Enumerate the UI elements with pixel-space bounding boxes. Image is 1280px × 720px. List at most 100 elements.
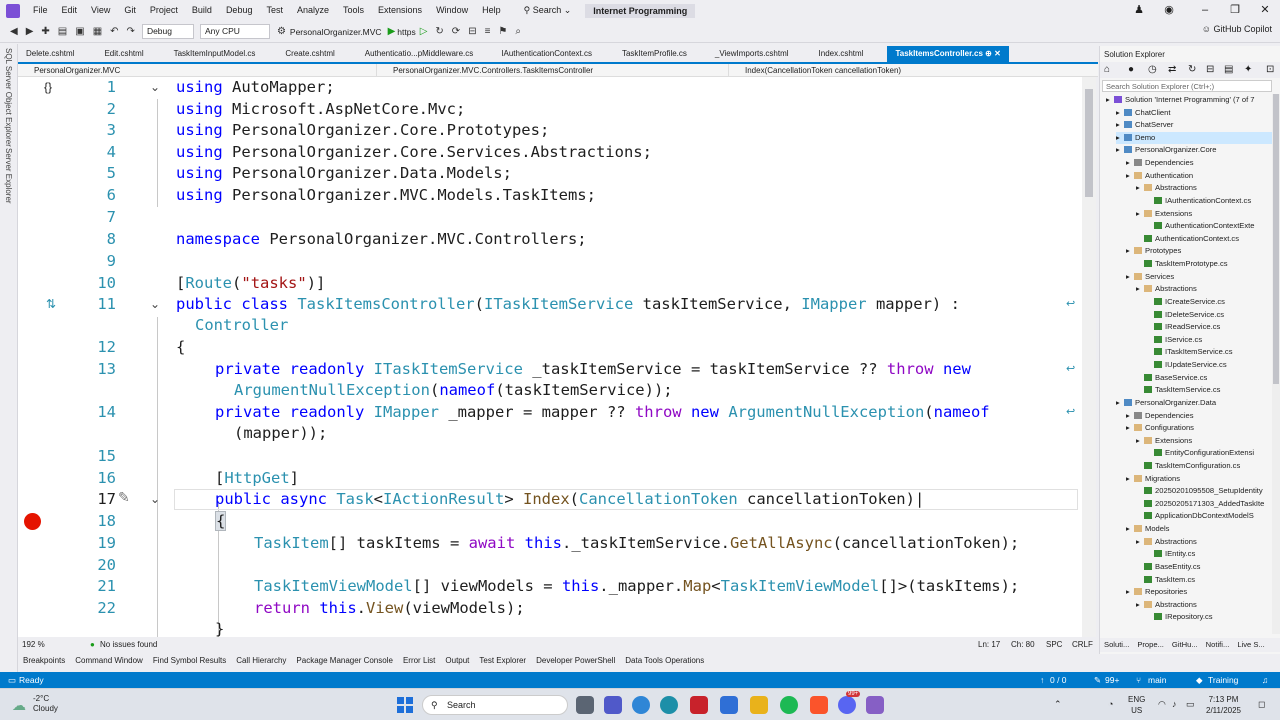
menu-tools[interactable]: Tools [336, 0, 371, 21]
network-icon[interactable]: ◔ [1108, 699, 1113, 710]
edge-icon[interactable] [632, 696, 650, 714]
notification-icon[interactable]: ◻ [1258, 699, 1265, 710]
platform-select[interactable]: Any CPU [199, 24, 270, 39]
tray-overflow-icon[interactable]: ⌃ [1054, 699, 1062, 710]
pending-changes-icon[interactable]: ◷ [1148, 64, 1157, 75]
tree-item[interactable]: ▸ Dependencies [1126, 410, 1276, 423]
task-view-icon[interactable] [576, 696, 594, 714]
expand-chevron-icon[interactable]: ▸ [1126, 410, 1134, 423]
spotify-icon[interactable] [780, 696, 798, 714]
server-explorer-tab[interactable]: Server Explorer [4, 148, 13, 204]
collapse-all-icon[interactable]: ⊟ [1206, 64, 1214, 75]
tab-data-tools-operations[interactable]: Data Tools Operations [620, 654, 709, 668]
tree-item[interactable]: EntityConfigurationExtensi [1146, 447, 1276, 460]
expand-chevron-icon[interactable]: ▸ [1126, 473, 1134, 486]
hot-reload-icon[interactable]: ↻ [431, 26, 447, 37]
tab-solution-explorer[interactable]: Soluti... [1100, 638, 1133, 652]
menu-project[interactable]: Project [143, 0, 185, 21]
preview-icon[interactable]: ⊡ [1266, 64, 1274, 75]
tree-item[interactable]: BaseEntity.cs [1136, 561, 1276, 574]
comment-icon[interactable]: ≡ [481, 26, 495, 37]
branch-name[interactable]: main [1148, 672, 1166, 688]
bookmark-icon[interactable]: ⚑ [494, 26, 511, 37]
tab-package-manager-console[interactable]: Package Manager Console [291, 654, 398, 668]
expand-chevron-icon[interactable]: ▸ [1126, 245, 1134, 258]
menu-build[interactable]: Build [185, 0, 219, 21]
tree-item[interactable]: IAuthenticationContext.cs [1146, 195, 1276, 208]
tree-item[interactable]: IDeleteService.cs [1146, 309, 1276, 322]
menu-window[interactable]: Window [429, 0, 475, 21]
weather-widget[interactable]: -2°C Cloudy [33, 694, 58, 714]
sync-icon[interactable]: ⇄ [1168, 64, 1176, 75]
tree-item[interactable]: ▸ PersonalOrganizer.Data [1116, 397, 1276, 410]
menu-extensions[interactable]: Extensions [371, 0, 429, 21]
expand-chevron-icon[interactable]: ▸ [1106, 94, 1114, 107]
expand-chevron-icon[interactable]: ▸ [1126, 586, 1134, 599]
menu-debug[interactable]: Debug [219, 0, 260, 21]
browser-link-icon[interactable]: ⟳ [448, 26, 464, 37]
tree-item[interactable]: ▸ Prototypes [1126, 245, 1276, 258]
zoom-level[interactable]: 192 % [22, 638, 45, 652]
undo-icon[interactable]: ↶ [106, 26, 122, 37]
save-icon[interactable]: ▣ [71, 26, 88, 37]
scrollbar-thumb[interactable] [1273, 94, 1279, 384]
tab-properties[interactable]: Prope... [1133, 638, 1168, 652]
notifications-bell-icon[interactable]: ♫ [1262, 672, 1268, 688]
account-avatar[interactable]: ◉ [1154, 0, 1184, 21]
column-indicator[interactable]: Ch: 80 [1011, 638, 1035, 652]
show-all-files-icon[interactable]: ▤ [1224, 64, 1233, 75]
tab-authentication-middleware[interactable]: Authenticatio...pMiddleware.cs [343, 46, 482, 62]
close-window-button[interactable]: ✕ [1250, 0, 1280, 21]
run-profile-button[interactable]: https [397, 27, 415, 37]
tree-item[interactable]: ▸ Migrations [1126, 473, 1276, 486]
volume-icon[interactable]: ♪ [1172, 699, 1177, 710]
tab-iauthenticationcontext[interactable]: IAuthenticationContext.cs [481, 46, 600, 62]
tab-edit-cshtml[interactable]: Edit.cshtml [82, 46, 151, 62]
tree-item[interactable]: ▸ Extensions [1136, 208, 1276, 221]
menu-help[interactable]: Help [475, 0, 508, 21]
sql-server-object-explorer-tab[interactable]: SQL Server Object Explorer [4, 48, 13, 147]
editor-vertical-scrollbar[interactable] [1082, 77, 1096, 637]
tree-item[interactable]: 20250205171303_AddedTaskIte [1136, 498, 1276, 511]
vpn-icon[interactable] [660, 696, 678, 714]
configuration-select[interactable]: Debug [141, 24, 194, 39]
tree-item[interactable]: ▸ Repositories [1126, 586, 1276, 599]
home-icon[interactable]: ⌂ [1104, 64, 1110, 75]
menu-edit[interactable]: Edit [55, 0, 85, 21]
tab-notifications[interactable]: Notifi... [1202, 638, 1234, 652]
switch-views-icon[interactable]: ● [1128, 64, 1134, 75]
tree-item[interactable]: ▸ Abstractions [1136, 536, 1276, 549]
expand-chevron-icon[interactable]: ▸ [1126, 271, 1134, 284]
expand-chevron-icon[interactable]: ▸ [1116, 107, 1124, 120]
member-dropdown[interactable]: Index(CancellationToken cancellationToke… [728, 64, 1078, 77]
tab-find-symbol-results[interactable]: Find Symbol Results [148, 654, 231, 668]
tree-item[interactable]: ICreateService.cs [1146, 296, 1276, 309]
tab-live-share[interactable]: Live S... [1233, 638, 1268, 652]
tab-command-window[interactable]: Command Window [70, 654, 148, 668]
solution-search-input[interactable]: Search Solution Explorer (Ctrl+;) [1102, 80, 1272, 92]
menu-file[interactable]: File [26, 0, 55, 21]
tree-item[interactable]: ▸ Abstractions [1136, 182, 1276, 195]
visual-studio-icon[interactable] [866, 696, 884, 714]
pin-tab-icon[interactable]: ⊕ [985, 49, 992, 58]
scrollbar-thumb[interactable] [1085, 89, 1093, 197]
find-icon[interactable]: ⌕ [511, 26, 525, 37]
tree-item[interactable]: ▸ Extensions [1136, 435, 1276, 448]
expand-chevron-icon[interactable]: ▸ [1126, 170, 1134, 183]
media-app-icon[interactable] [690, 696, 708, 714]
fold-collapse-icon[interactable]: ⌄ [150, 489, 160, 510]
search-menu[interactable]: ⚲ Search ⌄ [518, 5, 578, 16]
vscode-icon[interactable] [720, 696, 738, 714]
line-ending-indicator[interactable]: CRLF [1072, 638, 1093, 652]
fold-collapse-icon[interactable]: ⌄ [150, 77, 160, 98]
tree-item[interactable]: IService.cs [1146, 334, 1276, 347]
expand-chevron-icon[interactable]: ▸ [1116, 132, 1124, 145]
tree-item[interactable]: ▸ Services [1126, 271, 1276, 284]
copilot-badge-icon[interactable]: ♟ [1124, 0, 1154, 21]
tree-item[interactable]: ▸ Dependencies [1126, 157, 1276, 170]
file-explorer-icon[interactable] [750, 696, 768, 714]
line-indicator[interactable]: Ln: 17 [978, 638, 1000, 652]
tree-item[interactable]: IEntity.cs [1146, 548, 1276, 561]
tab-call-hierarchy[interactable]: Call Hierarchy [231, 654, 291, 668]
expand-chevron-icon[interactable]: ▸ [1136, 208, 1144, 221]
